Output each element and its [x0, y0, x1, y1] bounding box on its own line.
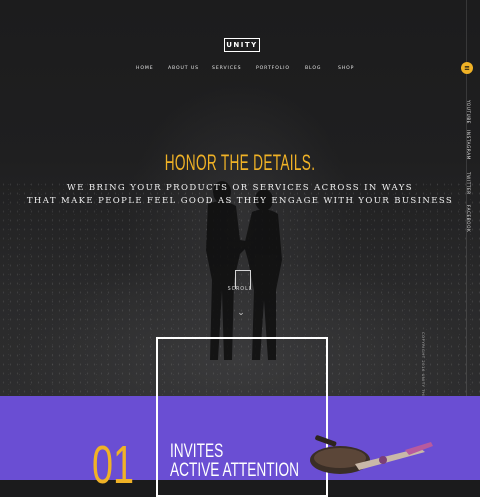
arrow-down-icon[interactable]: ⌄: [236, 308, 246, 318]
site-logo[interactable]: UNITY: [224, 38, 260, 52]
scroll-label: SCROLL: [227, 287, 253, 292]
nav-item-blog[interactable]: BLOG: [305, 66, 321, 71]
feature-title-line-2: ACTIVE ATTENTION: [170, 460, 299, 481]
feature-number: 01: [92, 435, 135, 495]
hero-subline-1: WE BRING YOUR PRODUCTS OR SERVICES ACROS…: [67, 183, 413, 193]
hero-subline-2: THAT MAKE PEOPLE FEEL GOOD AS THEY ENGAG…: [26, 196, 454, 206]
nav-item-about[interactable]: ABOUT US: [168, 66, 199, 71]
nav-item-shop[interactable]: SHOP: [338, 66, 354, 71]
social-instagram[interactable]: INSTAGRAM: [466, 130, 471, 160]
hero-headline: HONOR THE DETAILS.: [164, 150, 316, 175]
nav-item-services[interactable]: SERVICES: [212, 66, 241, 71]
nav-item-home[interactable]: HOME: [136, 66, 154, 71]
copyright-text: COPYRIGHT 2016 UNITY THEME: [421, 332, 426, 405]
feature-title-line-1: INVITES: [170, 441, 224, 462]
social-facebook[interactable]: FACEBOOK: [466, 205, 471, 232]
feature-title: INVITES ACTIVE ATTENTION: [170, 442, 299, 480]
menu-icon[interactable]: ≡: [461, 62, 473, 74]
social-youtube[interactable]: YOUTUBE: [466, 100, 471, 124]
main-nav: HOME ABOUT US SERVICES PORTFOLIO BLOG SH…: [0, 66, 480, 76]
feature-props-image: [310, 435, 433, 474]
nav-item-portfolio[interactable]: PORTFOLIO: [256, 66, 290, 71]
